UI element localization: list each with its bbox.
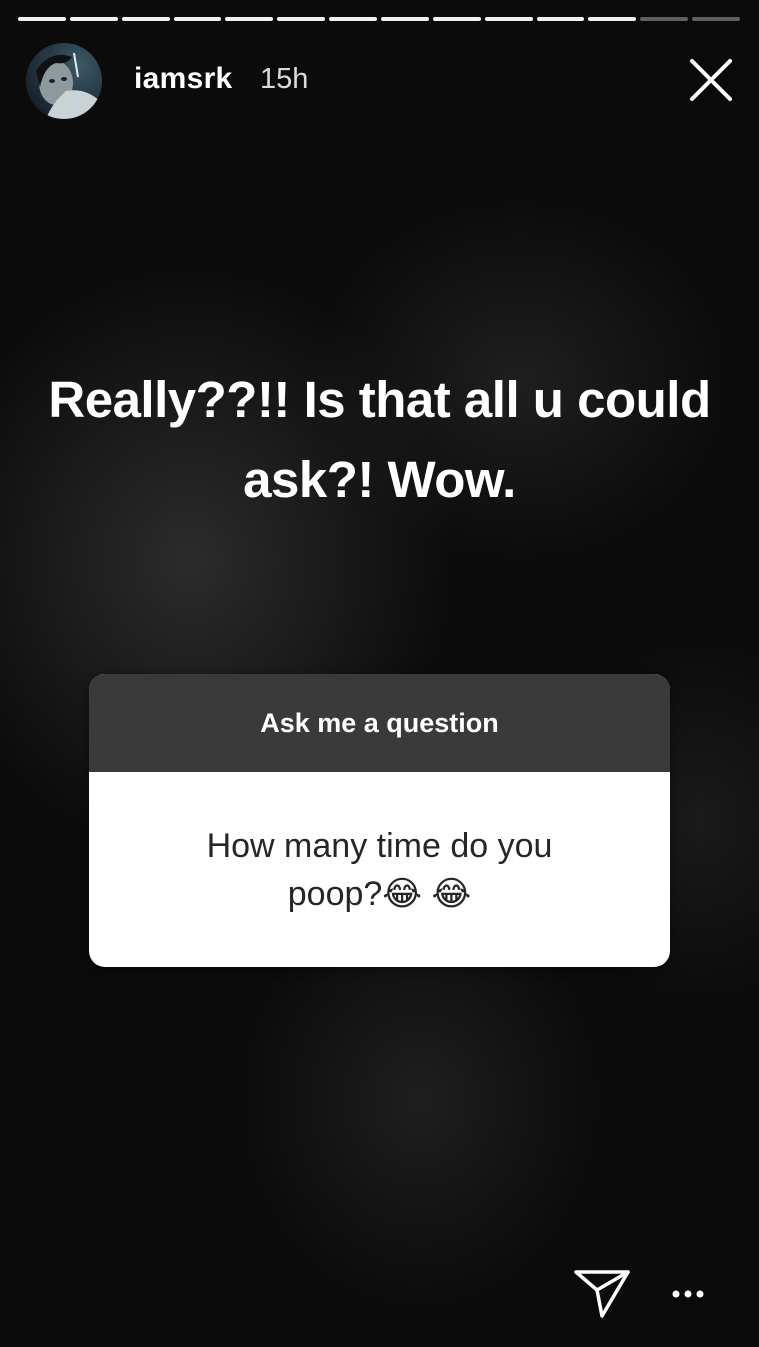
- story-header: iamsrk 15h: [26, 43, 738, 119]
- progress-segment: [640, 17, 689, 21]
- profile-avatar[interactable]: [26, 43, 102, 119]
- post-time: 15h: [260, 63, 309, 95]
- share-button[interactable]: [573, 1268, 631, 1320]
- close-button[interactable]: [686, 55, 736, 105]
- progress-segment: [173, 17, 222, 21]
- progress-segment: [588, 17, 637, 21]
- close-icon: [690, 59, 732, 101]
- send-direct-icon: [574, 1270, 630, 1318]
- progress-segment: [484, 17, 533, 21]
- sticker-title: Ask me a question: [260, 707, 499, 738]
- avatar-image: [26, 43, 102, 119]
- progress-segment: [69, 17, 118, 21]
- sticker-body: How many time do you poop?😂 😂: [89, 772, 670, 967]
- progress-segment: [225, 17, 274, 21]
- story-progress-bar: [18, 17, 741, 22]
- more-options-button[interactable]: [668, 1280, 708, 1308]
- progress-segment: [121, 17, 170, 21]
- story-caption: Really??!! Is that all u could ask?! Wow…: [48, 371, 711, 508]
- question-sticker[interactable]: Ask me a question How many time do you p…: [89, 674, 670, 967]
- progress-segment: [381, 17, 429, 21]
- username[interactable]: iamsrk: [134, 62, 233, 96]
- progress-segment: [432, 17, 481, 21]
- progress-segment: [18, 17, 66, 21]
- more-options-icon: [672, 1290, 704, 1298]
- progress-segment: [277, 17, 326, 21]
- sticker-header: Ask me a question: [89, 674, 670, 772]
- question-text: How many time do you poop?😂 😂: [206, 826, 553, 913]
- story-viewer: iamsrk 15h Really??!! Is that all u coul…: [0, 0, 759, 1347]
- progress-segment: [536, 17, 585, 21]
- progress-segment: [692, 17, 741, 21]
- progress-segment: [329, 17, 378, 21]
